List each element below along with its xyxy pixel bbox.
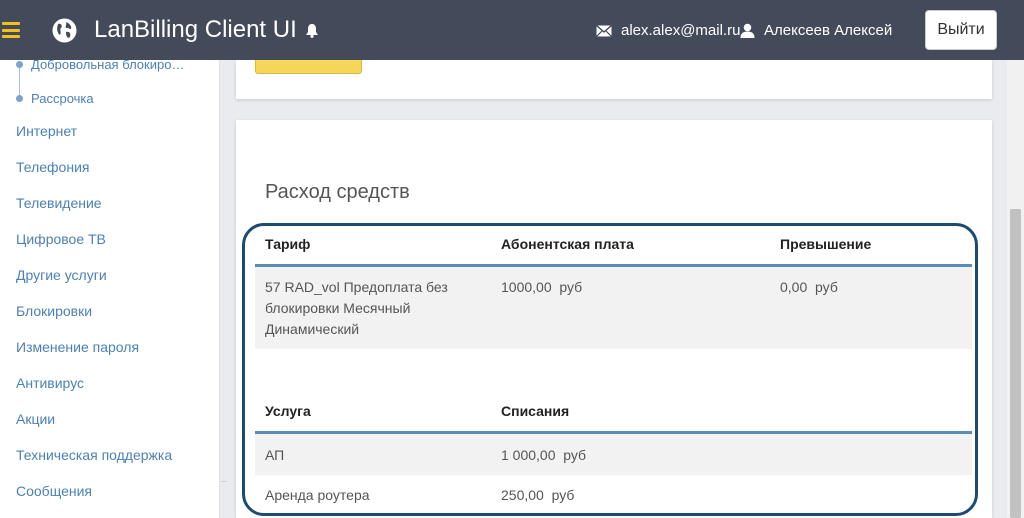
mail-icon	[596, 25, 612, 37]
sidebar-item-internet[interactable]: Интернет	[16, 123, 77, 139]
sidebar-divider-tick	[221, 481, 227, 482]
column-header-service: Услуга	[265, 403, 311, 419]
sidebar-item-blocks[interactable]: Блокировки	[16, 303, 92, 319]
user-email: alex.alex@mail.ru	[621, 22, 741, 39]
cell-subscription-fee: 1000,00 руб	[501, 279, 583, 295]
sidebar-item-messages[interactable]: Сообщения	[16, 483, 92, 499]
user-icon	[740, 23, 755, 38]
globe-icon	[52, 18, 77, 43]
top-bar: LanBilling Client UI alex.alex@mail.ru А…	[0, 0, 1024, 60]
cell-service-name: Аренда роутера	[265, 487, 370, 503]
column-header-charges: Списания	[501, 403, 570, 419]
section-title: Расход средств	[265, 181, 410, 203]
submenu-bullet	[16, 61, 23, 68]
cell-service-charge: 1 000,00 руб	[501, 447, 587, 463]
sidebar-subitem-installment[interactable]: Рассрочка	[31, 91, 94, 106]
table-row	[255, 434, 972, 475]
cell-excess: 0,00 руб	[780, 279, 838, 295]
bell-icon[interactable]	[305, 23, 319, 38]
logout-button[interactable]: Выйти	[925, 10, 997, 50]
sidebar-divider	[219, 60, 220, 518]
sidebar-item-television[interactable]: Телевидение	[16, 195, 102, 211]
column-header-fee: Абонентская плата	[501, 236, 634, 252]
user-name: Алексеев Алексей	[764, 22, 893, 39]
sidebar: Добровольная блокиро… Рассрочка Интернет…	[0, 57, 219, 518]
column-header-tariff: Тариф	[265, 236, 311, 252]
menu-icon[interactable]	[2, 22, 20, 38]
action-button-partial[interactable]	[255, 60, 362, 74]
scrollbar-thumb[interactable]	[1010, 209, 1021, 518]
cell-tariff-name: 57 RAD_vol Предоплата без блокировки Мес…	[265, 279, 448, 337]
sidebar-item-promotions[interactable]: Акции	[16, 411, 55, 427]
cell-service-name: АП	[265, 447, 285, 463]
submenu-bullet	[16, 95, 23, 102]
sidebar-item-antivirus[interactable]: Антивирус	[16, 375, 84, 391]
sidebar-item-digital-tv[interactable]: Цифровое ТВ	[16, 231, 106, 247]
sidebar-item-telephony[interactable]: Телефония	[16, 159, 89, 175]
column-header-excess: Превышение	[780, 236, 872, 252]
cell-service-charge: 250,00 руб	[501, 487, 575, 503]
sidebar-item-other-services[interactable]: Другие услуги	[16, 267, 107, 283]
sidebar-item-support[interactable]: Техническая поддержка	[16, 447, 172, 463]
sidebar-item-change-password[interactable]: Изменение пароля	[16, 339, 139, 355]
app-title[interactable]: LanBilling Client UI	[94, 16, 297, 44]
